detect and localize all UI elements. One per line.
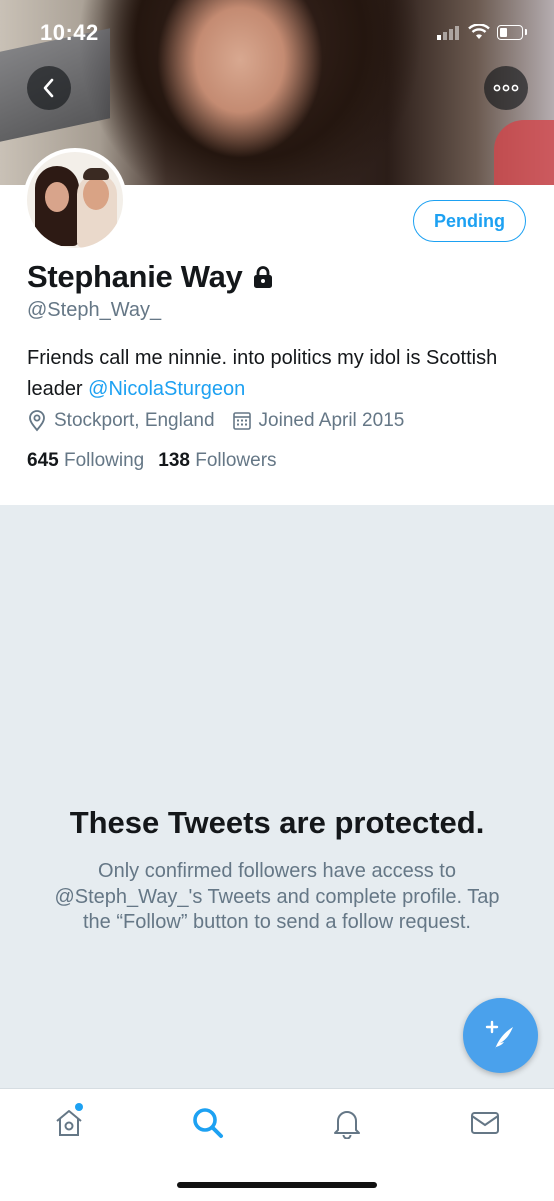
back-button[interactable] — [27, 66, 71, 110]
tab-home[interactable] — [49, 1103, 89, 1143]
tab-notifications[interactable] — [327, 1103, 367, 1143]
protected-tweets-panel: These Tweets are protected. Only confirm… — [0, 505, 554, 1088]
calendar-icon — [232, 412, 251, 430]
envelope-icon — [471, 1112, 499, 1134]
chevron-left-icon — [43, 78, 54, 98]
following-label: Following — [63, 450, 145, 471]
follow-counts: 645 Following 138 Followers — [27, 450, 277, 472]
signal-icon — [437, 26, 459, 40]
search-icon — [193, 1108, 223, 1138]
joined-item: Joined April 2015 — [232, 410, 405, 432]
new-content-dot — [75, 1103, 83, 1111]
compose-tweet-button[interactable] — [463, 998, 538, 1073]
profile-handle: @Steph_Way_ — [27, 299, 162, 321]
location-item: Stockport, England — [27, 410, 215, 432]
status-bar: 10:42 — [0, 18, 554, 48]
location-pin-icon — [29, 410, 45, 432]
home-indicator — [177, 1182, 377, 1188]
profile-bio: Friends call me ninnie. into politics my… — [27, 343, 527, 405]
followers-label: Followers — [195, 450, 277, 471]
banner-background-shape — [494, 120, 554, 185]
profile-name-text: Stephanie Way — [27, 259, 243, 294]
followers-link[interactable]: 138 Followers — [158, 450, 276, 472]
location-text: Stockport, England — [54, 410, 215, 431]
home-icon — [56, 1110, 82, 1136]
profile-meta: Stockport, England Joined April 2015 — [27, 410, 421, 432]
joined-text: Joined April 2015 — [258, 410, 405, 431]
tab-messages[interactable] — [465, 1103, 505, 1143]
compose-tweet-icon — [485, 1020, 513, 1049]
pending-follow-button[interactable]: Pending — [413, 200, 526, 242]
following-count: 645 — [27, 450, 59, 471]
battery-icon — [497, 25, 527, 40]
more-dots-icon — [493, 84, 519, 92]
protected-message: Only confirmed followers have access to … — [54, 860, 500, 933]
protected-title: These Tweets are protected. — [69, 805, 485, 840]
lock-icon — [254, 266, 273, 288]
followers-count: 138 — [158, 450, 190, 471]
profile-name: Stephanie Way — [27, 259, 274, 295]
bio-mention-link[interactable]: @NicolaSturgeon — [88, 378, 245, 400]
tab-search[interactable] — [188, 1103, 228, 1143]
status-time: 10:42 — [40, 20, 99, 45]
wifi-icon — [468, 23, 490, 45]
more-options-button[interactable] — [484, 66, 528, 110]
following-link[interactable]: 645 Following — [27, 450, 144, 472]
bell-icon — [334, 1111, 360, 1139]
avatar[interactable] — [23, 148, 127, 252]
